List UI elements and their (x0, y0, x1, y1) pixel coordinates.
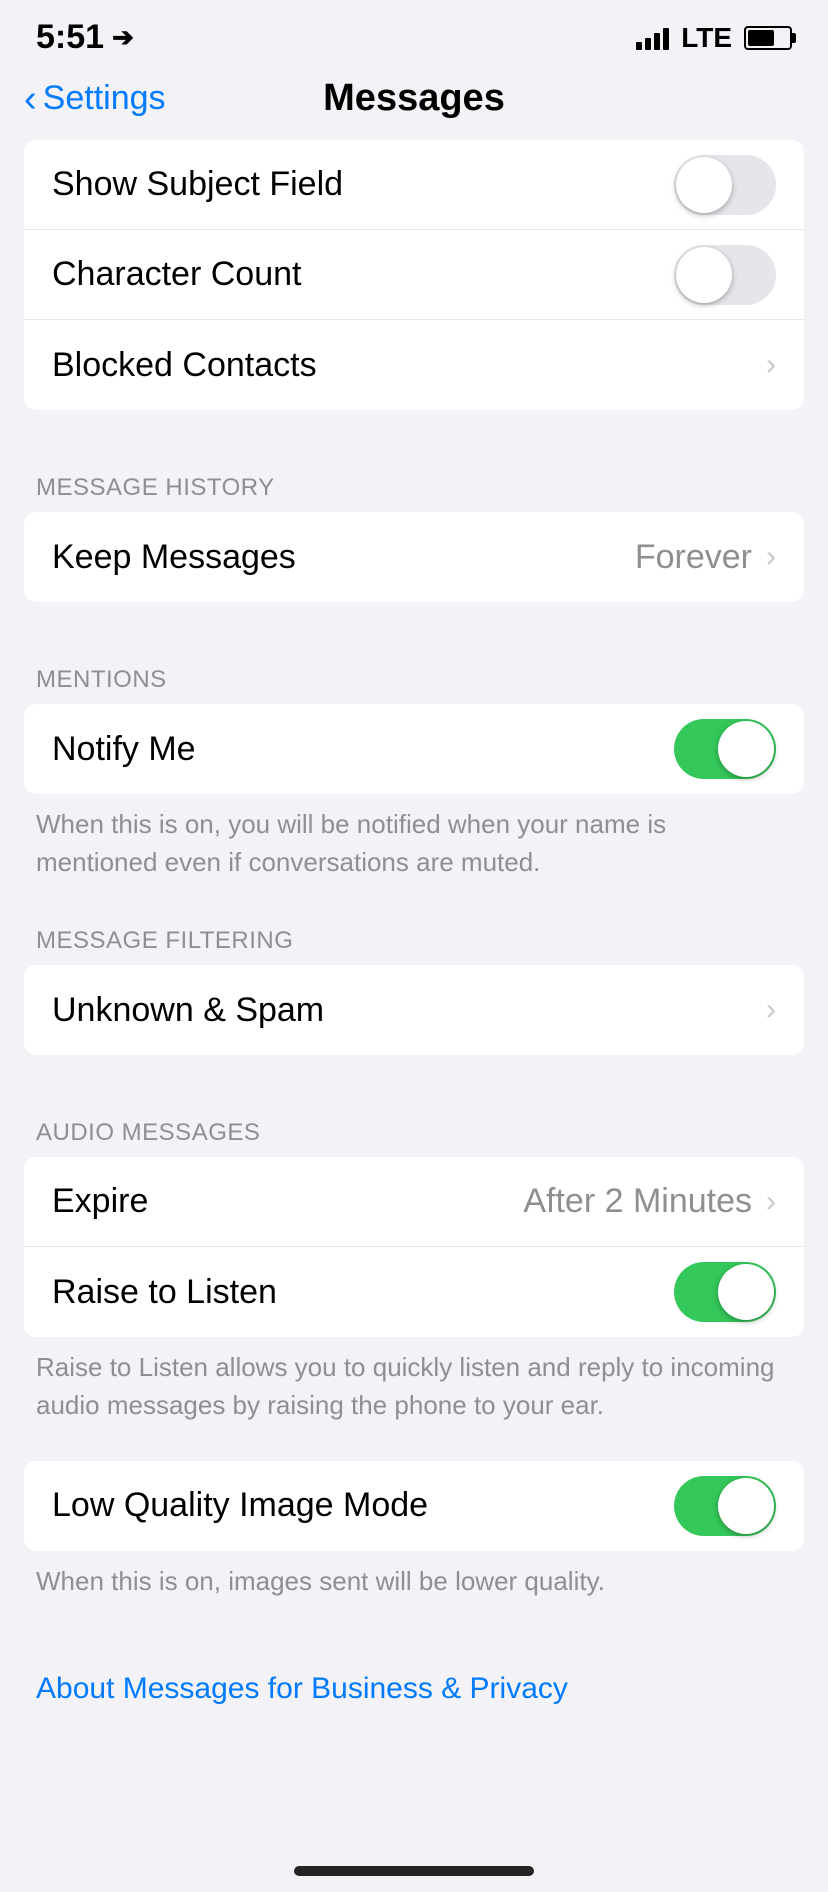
toggle-knob (676, 157, 732, 213)
back-label: Settings (43, 79, 166, 118)
keep-messages-value: Forever (635, 538, 752, 577)
character-count-label: Character Count (52, 255, 301, 294)
signal-bar-3 (654, 33, 660, 50)
character-count-toggle[interactable] (674, 245, 776, 305)
low-quality-image-toggle[interactable] (674, 1476, 776, 1536)
low-quality-image-label: Low Quality Image Mode (52, 1486, 428, 1525)
notify-me-label: Notify Me (52, 730, 196, 769)
toggle-knob (718, 1478, 774, 1534)
keep-messages-row[interactable]: Keep Messages Forever › (24, 512, 804, 602)
expire-label: Expire (52, 1182, 148, 1221)
signal-bar-4 (663, 28, 669, 50)
toggle-knob (676, 247, 732, 303)
audio-messages-section-label: AUDIO MESSAGES (0, 1091, 828, 1157)
home-indicator (0, 1846, 828, 1892)
privacy-link[interactable]: About Messages for Business & Privacy (36, 1672, 568, 1705)
notify-me-toggle[interactable] (674, 719, 776, 779)
chevron-right-icon: › (766, 1185, 776, 1219)
keep-messages-right: Forever › (635, 538, 776, 577)
toggle-knob (718, 721, 774, 777)
expire-value: After 2 Minutes (523, 1182, 752, 1221)
raise-to-listen-toggle[interactable] (674, 1262, 776, 1322)
toggle-knob (718, 1264, 774, 1320)
low-quality-image-row: Low Quality Image Mode (24, 1461, 804, 1551)
show-subject-field-toggle[interactable] (674, 155, 776, 215)
home-bar (294, 1866, 534, 1876)
show-subject-field-label: Show Subject Field (52, 165, 343, 204)
unknown-spam-right: › (766, 993, 776, 1027)
low-quality-image-helper-text: When this is on, images sent will be low… (0, 1551, 828, 1601)
sms-settings-group: Show Subject Field Character Count Block… (24, 140, 804, 410)
audio-messages-group: Expire After 2 Minutes › Raise to Listen (24, 1157, 804, 1337)
raise-to-listen-label: Raise to Listen (52, 1273, 277, 1312)
page-title: Messages (323, 77, 505, 120)
expire-row[interactable]: Expire After 2 Minutes › (24, 1157, 804, 1247)
status-time: 5:51 ➔ (36, 18, 134, 57)
back-button[interactable]: ‹ Settings (24, 79, 166, 118)
low-quality-image-group: Low Quality Image Mode (24, 1461, 804, 1551)
signal-bars (636, 26, 669, 50)
raise-to-listen-row: Raise to Listen (24, 1247, 804, 1337)
battery-fill (748, 30, 774, 46)
back-chevron-icon: ‹ (24, 80, 37, 118)
location-icon: ➔ (112, 22, 134, 53)
character-count-row: Character Count (24, 230, 804, 320)
keep-messages-label: Keep Messages (52, 538, 296, 577)
chevron-right-icon: › (766, 348, 776, 382)
battery-indicator (744, 26, 792, 50)
status-right: LTE (636, 22, 792, 54)
show-subject-field-row: Show Subject Field (24, 140, 804, 230)
signal-bar-2 (645, 38, 651, 50)
blocked-contacts-right: › (766, 348, 776, 382)
unknown-spam-row[interactable]: Unknown & Spam › (24, 965, 804, 1055)
signal-bar-1 (636, 42, 642, 50)
mentions-group: Notify Me (24, 704, 804, 794)
unknown-spam-label: Unknown & Spam (52, 991, 324, 1030)
message-filtering-section-label: MESSAGE FILTERING (0, 899, 828, 965)
nav-bar: ‹ Settings Messages (0, 67, 828, 140)
chevron-right-icon: › (766, 993, 776, 1027)
message-history-group: Keep Messages Forever › (24, 512, 804, 602)
notify-me-row: Notify Me (24, 704, 804, 794)
expire-right: After 2 Minutes › (523, 1182, 776, 1221)
privacy-link-section: About Messages for Business & Privacy (0, 1636, 828, 1706)
mentions-section-label: MENTIONS (0, 638, 828, 704)
blocked-contacts-row[interactable]: Blocked Contacts › (24, 320, 804, 410)
message-history-section-label: MESSAGE HISTORY (0, 446, 828, 512)
chevron-right-icon: › (766, 540, 776, 574)
mentions-helper-text: When this is on, you will be notified wh… (0, 794, 828, 881)
message-filtering-group: Unknown & Spam › (24, 965, 804, 1055)
audio-messages-helper-text: Raise to Listen allows you to quickly li… (0, 1337, 828, 1424)
lte-label: LTE (681, 22, 732, 54)
status-bar: 5:51 ➔ LTE (0, 0, 828, 67)
blocked-contacts-label: Blocked Contacts (52, 346, 317, 385)
time-display: 5:51 (36, 18, 104, 57)
